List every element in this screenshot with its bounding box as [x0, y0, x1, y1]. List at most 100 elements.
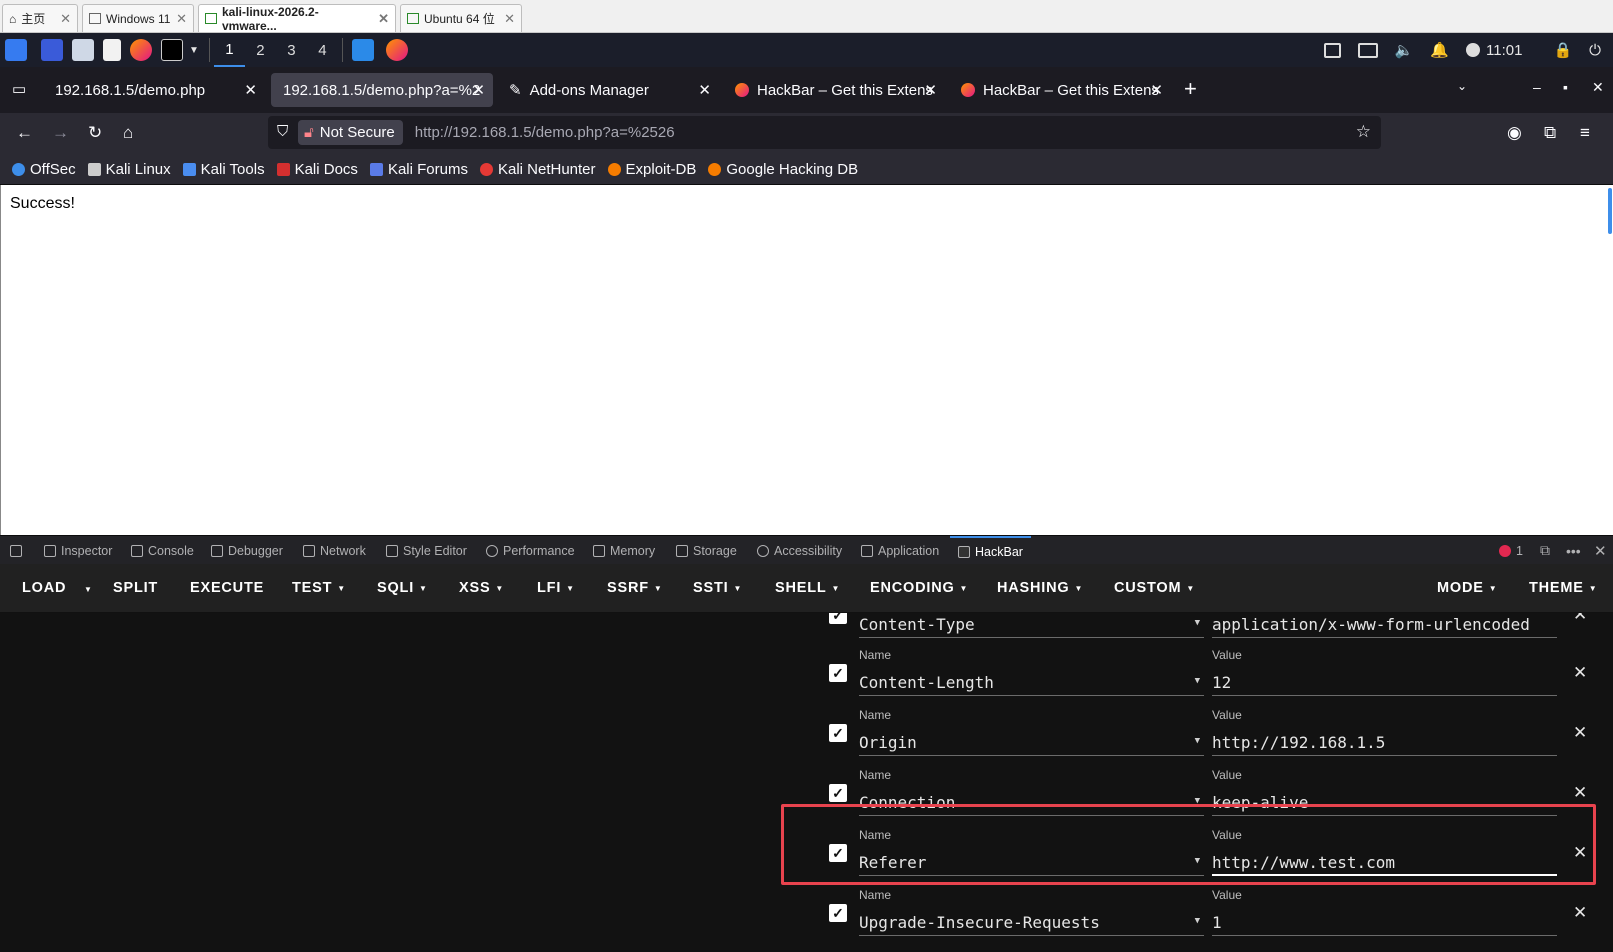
load-dropdown-icon[interactable]: ▼: [84, 585, 93, 594]
dropdown-icon[interactable]: ▼: [1195, 916, 1200, 926]
url-text[interactable]: http://192.168.1.5/demo.php?a=%2526: [415, 124, 675, 141]
bookmark-kali-tools[interactable]: Kali Tools: [182, 161, 265, 178]
header-value-field[interactable]: http://192.168.1.5: [1212, 729, 1557, 756]
tab-performance[interactable]: Performance: [486, 536, 575, 565]
minimize-icon[interactable]: –: [1533, 79, 1541, 95]
bookmark-exploit-db[interactable]: Exploit-DB: [607, 161, 696, 178]
menu-load[interactable]: LOAD: [22, 580, 66, 596]
header-enabled-checkbox[interactable]: ✓: [829, 784, 847, 802]
tab-application[interactable]: Application: [861, 536, 939, 565]
menu-mode[interactable]: MODE ▼: [1437, 580, 1497, 596]
header-name-field[interactable]: Connection ▼: [859, 789, 1204, 816]
workspace-4[interactable]: 4: [307, 33, 338, 67]
file-manager-icon[interactable]: [72, 39, 94, 61]
browser-tab[interactable]: HackBar – Get this Extens ✕: [949, 73, 1171, 107]
power-icon[interactable]: ⏻: [1589, 42, 1601, 59]
tab-list-icon[interactable]: ▭: [12, 80, 26, 98]
forward-icon[interactable]: →: [52, 123, 69, 143]
tab-inspector[interactable]: Inspector: [44, 536, 112, 565]
workspace-2[interactable]: 2: [245, 33, 276, 67]
keyboard-icon[interactable]: [1357, 42, 1378, 58]
close-icon[interactable]: ✕: [176, 11, 187, 27]
back-icon[interactable]: ←: [16, 123, 33, 143]
security-indicator[interactable]: 🔓︎ Not Secure: [298, 120, 403, 145]
close-icon[interactable]: ✕: [504, 11, 515, 27]
tab-close-icon[interactable]: ✕: [1150, 81, 1163, 99]
firefox-icon[interactable]: [130, 39, 152, 61]
hamburger-menu-icon[interactable]: ≡: [1580, 123, 1590, 143]
display-icon[interactable]: [1323, 42, 1341, 58]
tab-close-icon[interactable]: ✕: [244, 81, 257, 99]
tab-close-icon[interactable]: ✕: [472, 81, 485, 99]
header-enabled-checkbox[interactable]: ✓: [829, 844, 847, 862]
more-options-icon[interactable]: •••: [1566, 536, 1581, 565]
vm-tab-home[interactable]: ⌂ 主页 ✕: [2, 4, 78, 32]
browser-tab-active[interactable]: 192.168.1.5/demo.php?a=%2 ✕: [271, 73, 493, 107]
notification-bell-icon[interactable]: 🔔: [1430, 41, 1449, 59]
new-tab-button[interactable]: +: [1184, 76, 1197, 102]
header-value-field[interactable]: application/x-www-form-urlencoded: [1212, 613, 1557, 638]
header-name-field[interactable]: Content-Type ▼: [859, 613, 1204, 638]
menu-ssrf[interactable]: SSRF ▼: [607, 580, 663, 596]
menu-custom[interactable]: CUSTOM ▼: [1114, 580, 1195, 596]
vm-tab-windows[interactable]: Windows 11 ✕: [82, 4, 194, 32]
maximize-icon[interactable]: ▪: [1563, 79, 1568, 95]
tab-hackbar[interactable]: HackBar: [950, 536, 1031, 565]
text-editor-icon[interactable]: [103, 39, 121, 61]
bookmark-star-icon[interactable]: ☆: [1356, 122, 1371, 142]
workspace-1[interactable]: 1: [213, 33, 245, 67]
tab-network[interactable]: Network: [303, 536, 366, 565]
header-value-field[interactable]: 12: [1212, 669, 1557, 696]
menu-sqli[interactable]: SQLI ▼: [377, 580, 428, 596]
dropdown-icon[interactable]: ▼: [1195, 676, 1200, 686]
header-name-field[interactable]: Origin ▼: [859, 729, 1204, 756]
url-bar[interactable]: ⛉ 🔓︎ Not Secure http://192.168.1.5/demo.…: [268, 116, 1381, 149]
header-name-field[interactable]: Content-Length ▼: [859, 669, 1204, 696]
header-enabled-checkbox[interactable]: ✓: [829, 724, 847, 742]
tab-close-icon[interactable]: ✕: [698, 81, 711, 99]
clock[interactable]: 11:01: [1486, 42, 1522, 59]
extensions-icon[interactable]: ⧉: [1544, 123, 1556, 143]
tab-storage[interactable]: Storage: [676, 536, 737, 565]
remove-header-icon[interactable]: ✕: [1573, 903, 1587, 923]
browser-tab[interactable]: ✎ Add-ons Manager ✕: [497, 73, 719, 107]
menu-lfi[interactable]: LFI ▼: [537, 580, 575, 596]
reload-icon[interactable]: ↻: [88, 123, 102, 143]
page-scrollbar[interactable]: [1608, 188, 1612, 234]
bookmark-google-hacking-db[interactable]: Google Hacking DB: [708, 161, 858, 178]
browser-tab[interactable]: 192.168.1.5/demo.php ✕: [43, 73, 265, 107]
dropdown-icon[interactable]: ▼: [1195, 618, 1200, 628]
vm-tab-ubuntu[interactable]: Ubuntu 64 位 ✕: [400, 4, 522, 32]
account-icon[interactable]: ◉: [1507, 123, 1522, 143]
volume-icon[interactable]: 🔈: [1395, 41, 1414, 59]
close-icon[interactable]: ✕: [378, 11, 389, 27]
bookmark-kali-docs[interactable]: Kali Docs: [276, 161, 358, 178]
header-value-field[interactable]: http://www.test.com: [1212, 849, 1557, 876]
browser-tab[interactable]: HackBar – Get this Extens ✕: [723, 73, 945, 107]
shield-icon[interactable]: ⛉: [277, 123, 288, 140]
show-desktop-icon[interactable]: [41, 39, 63, 61]
home-icon[interactable]: ⌂: [123, 123, 133, 143]
header-name-field[interactable]: Upgrade-Insecure-Requests ▼: [859, 909, 1204, 936]
firefox-window-icon[interactable]: [385, 39, 408, 61]
menu-split[interactable]: SPLIT: [113, 580, 158, 596]
tab-close-icon[interactable]: ✕: [924, 81, 937, 99]
kali-menu-icon[interactable]: [5, 39, 27, 61]
bookmark-kali-forums[interactable]: Kali Forums: [369, 161, 468, 178]
tab-memory[interactable]: Memory: [593, 536, 655, 565]
header-enabled-checkbox[interactable]: ✓: [829, 613, 847, 624]
menu-shell[interactable]: SHELL ▼: [775, 580, 840, 596]
bookmark-kali-nethunter[interactable]: Kali NetHunter: [479, 161, 596, 178]
bookmark-offsec[interactable]: OffSec: [12, 161, 76, 178]
remove-header-icon[interactable]: ✕: [1573, 663, 1587, 683]
lock-icon[interactable]: 🔒: [1553, 41, 1572, 59]
dock-icon[interactable]: ⧉: [1540, 536, 1550, 565]
error-count-badge[interactable]: 1: [1499, 536, 1523, 565]
remove-header-icon[interactable]: ✕: [1573, 783, 1587, 803]
tab-console[interactable]: Console: [131, 536, 194, 565]
vscode-icon[interactable]: [351, 39, 374, 61]
menu-execute[interactable]: EXECUTE: [190, 580, 264, 596]
header-enabled-checkbox[interactable]: ✓: [829, 904, 847, 922]
element-picker-icon[interactable]: [10, 536, 22, 565]
menu-xss[interactable]: XSS ▼: [459, 580, 504, 596]
